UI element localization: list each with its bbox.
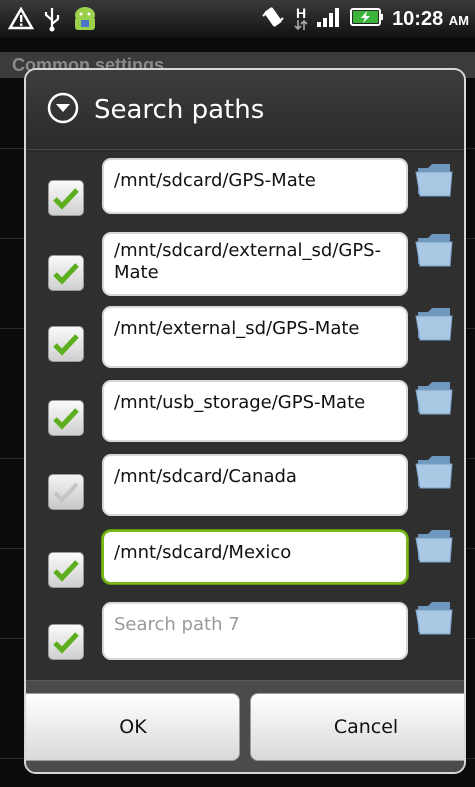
path-checkbox[interactable] <box>48 624 84 660</box>
path-checkbox[interactable] <box>48 474 84 510</box>
ok-button[interactable]: OK <box>26 693 240 761</box>
path-row: /mnt/sdcard/Mexico <box>26 526 464 598</box>
dialog-title: Search paths <box>94 94 265 125</box>
network-type-icon: H <box>294 5 308 31</box>
path-list: /mnt/sdcard/GPS-Mate /mnt/sdcard/externa… <box>26 152 464 682</box>
path-input[interactable]: /mnt/usb_storage/GPS-Mate <box>102 380 408 442</box>
path-input[interactable]: /mnt/sdcard/GPS-Mate <box>102 158 408 214</box>
android-icon <box>70 4 100 38</box>
usb-icon <box>42 6 62 36</box>
status-bar: H 10:28 AM <box>0 0 475 39</box>
collapse-circle-icon <box>46 91 80 129</box>
status-left-icons <box>7 4 100 38</box>
path-row: /mnt/sdcard/Canada <box>26 452 464 524</box>
battery-charging-icon <box>350 6 384 32</box>
folder-icon[interactable] <box>414 230 454 268</box>
folder-icon[interactable] <box>414 304 454 342</box>
folder-icon[interactable] <box>414 160 454 198</box>
path-checkbox[interactable] <box>48 552 84 588</box>
folder-icon[interactable] <box>414 526 454 564</box>
path-input[interactable]: /mnt/external_sd/GPS-Mate <box>102 306 408 368</box>
clock-ampm: AM <box>448 12 469 28</box>
cancel-button[interactable]: Cancel <box>250 693 464 761</box>
path-row: Search path 7 <box>26 598 464 670</box>
dialog-button-bar: OK Cancel <box>26 680 464 772</box>
path-row: /mnt/sdcard/GPS-Mate <box>26 152 464 224</box>
path-input[interactable]: /mnt/sdcard/Canada <box>102 454 408 516</box>
path-input-focused[interactable]: /mnt/sdcard/Mexico <box>102 530 408 584</box>
warning-icon <box>7 6 35 35</box>
network-type-letter: H <box>296 5 307 21</box>
path-row: /mnt/sdcard/external_sd/GPS-Mate <box>26 230 464 302</box>
path-checkbox[interactable] <box>48 255 84 291</box>
search-paths-dialog: Search paths /mnt/sdcard/GPS-Mate /mnt/s… <box>24 68 466 774</box>
folder-icon[interactable] <box>414 452 454 490</box>
signal-icon <box>316 6 342 32</box>
path-checkbox[interactable] <box>48 180 84 216</box>
folder-icon[interactable] <box>414 378 454 416</box>
status-right-icons: H 10:28 AM <box>260 4 469 34</box>
path-input-empty[interactable]: Search path 7 <box>102 602 408 660</box>
path-row: /mnt/external_sd/GPS-Mate <box>26 304 464 376</box>
vibrate-icon <box>260 4 286 34</box>
path-row: /mnt/usb_storage/GPS-Mate <box>26 378 464 450</box>
path-checkbox[interactable] <box>48 326 84 362</box>
clock: 10:28 AM <box>392 8 469 31</box>
dialog-title-bar: Search paths <box>26 70 464 150</box>
path-input[interactable]: /mnt/sdcard/external_sd/GPS-Mate <box>102 232 408 296</box>
folder-icon[interactable] <box>414 598 454 636</box>
path-checkbox[interactable] <box>48 400 84 436</box>
clock-time: 10:28 <box>392 7 444 30</box>
